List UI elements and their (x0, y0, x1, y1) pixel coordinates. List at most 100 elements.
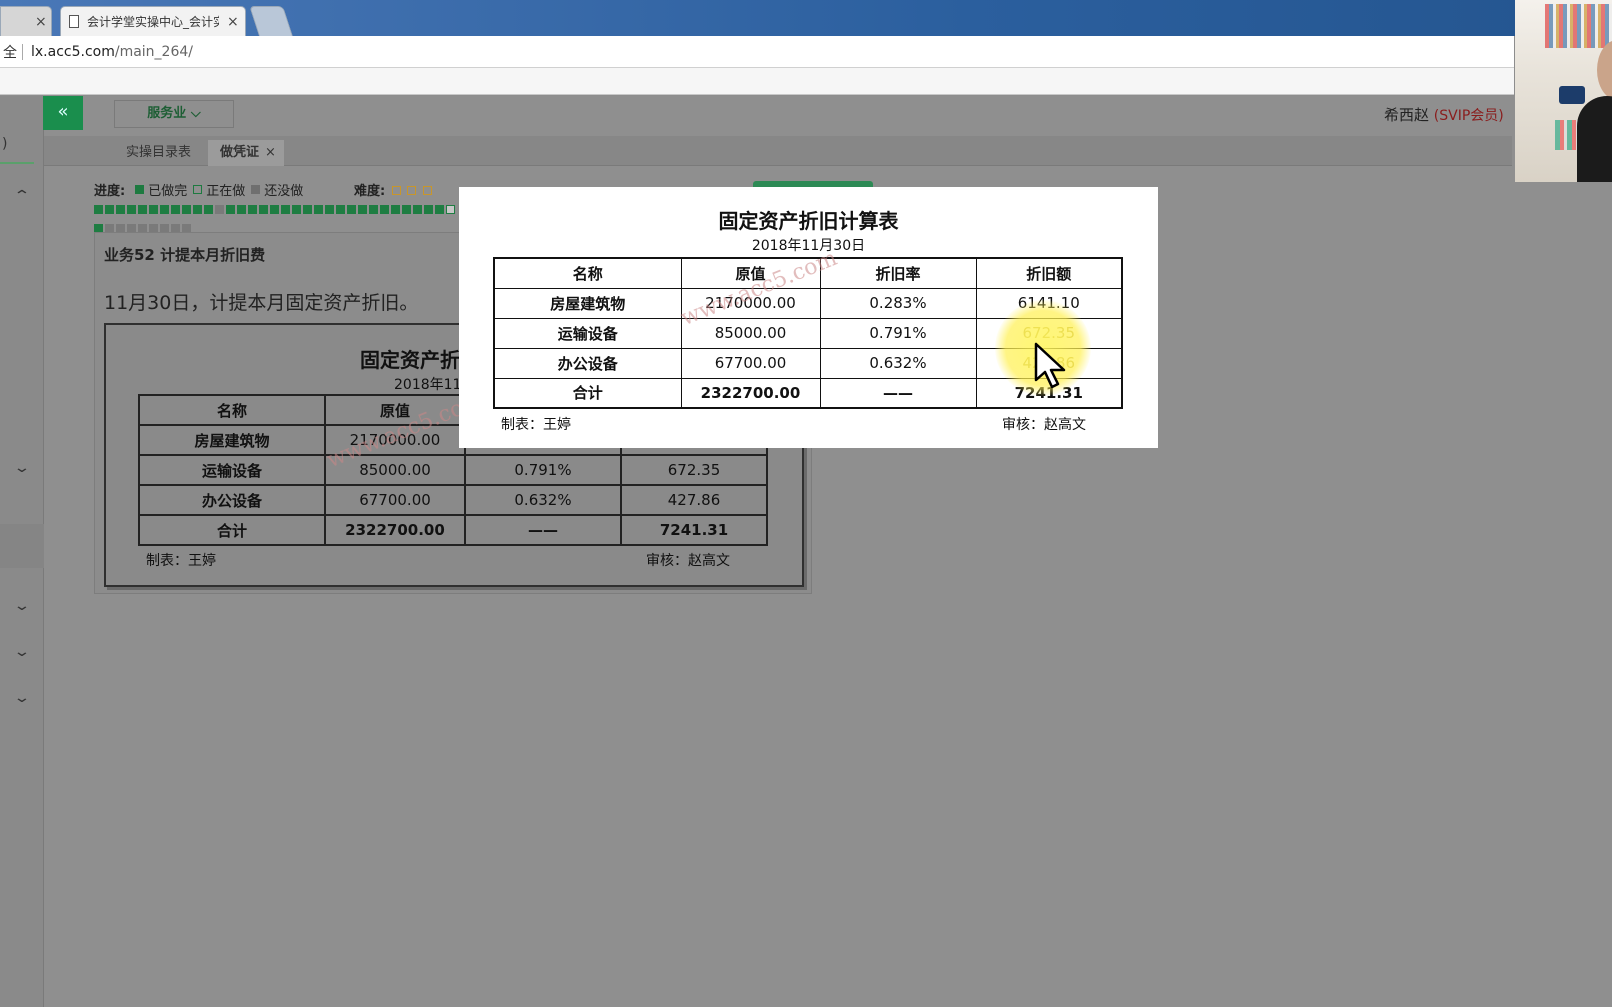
cell-name: 办公设备 (493, 347, 682, 379)
tab-catalog[interactable]: 实操目录表 (126, 140, 191, 166)
rail-active-line (0, 162, 34, 164)
industry-label: 服务业 (147, 106, 187, 121)
cell-original: 67700.00 (324, 484, 466, 516)
new-tab-button[interactable] (249, 6, 293, 36)
browser-tab-active[interactable]: 会计学堂实操中心_会计实操 × (60, 6, 246, 36)
progress-label: 进度: (94, 184, 126, 199)
task-progress-square[interactable] (193, 205, 202, 214)
table-row-total: 合计 2322700.00 —— 7241.31 (138, 514, 768, 546)
browser-tab-previous[interactable]: × (0, 6, 52, 36)
popup-date: 2018年11月30日 (751, 238, 866, 254)
close-tab-icon[interactable]: × (227, 14, 239, 30)
chevron-down-icon[interactable]: ⌄ (13, 460, 31, 476)
vip-badge: (SVIP会员) (1433, 108, 1504, 124)
doing-swatch (193, 185, 203, 194)
chevron-up-icon[interactable]: ⌃ (13, 188, 31, 204)
task-progress-square[interactable] (391, 205, 400, 214)
task-progress-square[interactable] (435, 205, 444, 214)
done-swatch (135, 185, 145, 194)
business-title: 业务52 计提本月折旧费 (104, 246, 266, 264)
bookshelf (1545, 4, 1612, 48)
cell-rate: 0.791% (464, 454, 622, 486)
task-progress-square[interactable] (248, 205, 257, 214)
task-progress-square[interactable] (402, 205, 411, 214)
task-progress-square[interactable] (215, 205, 224, 214)
mouse-pointer-icon (1034, 342, 1066, 389)
rail-paren: ) (2, 136, 8, 152)
cell-rate: 0.791% (819, 317, 977, 349)
cell-amount: 427.86 (620, 484, 768, 516)
cell-original: 2322700.00 (324, 514, 466, 546)
task-progress-square[interactable] (303, 205, 312, 214)
chevron-down-icon[interactable]: ⌄ (13, 690, 31, 706)
todo-swatch (251, 185, 261, 194)
cell-name: 房屋建筑物 (493, 287, 682, 319)
user-info[interactable]: 希西赵 (SVIP会员) (1384, 104, 1504, 125)
task-progress-square[interactable] (336, 205, 345, 214)
difficulty-rating: 难度: (354, 180, 432, 199)
presenter-face (1597, 40, 1612, 100)
cell-rate: 0.283% (819, 287, 977, 319)
url-text[interactable]: lx.acc5.com/main_264/ (31, 44, 193, 60)
task-progress-square[interactable] (149, 205, 158, 214)
cell-rate: —— (819, 377, 977, 409)
task-progress-square[interactable] (171, 205, 180, 214)
task-progress-square[interactable] (204, 205, 213, 214)
source-document-date: 2018年11 (394, 377, 462, 393)
task-progress-square[interactable] (358, 205, 367, 214)
address-bar[interactable]: 全 lx.acc5.com/main_264/ (0, 36, 1514, 68)
task-progress-square[interactable] (116, 205, 125, 214)
speaker-object (1559, 86, 1585, 104)
cell-amount: 7241.31 (620, 514, 768, 546)
task-progress-square[interactable] (413, 205, 422, 214)
cell-name: 房屋建筑物 (138, 424, 326, 456)
rail-selected-item[interactable] (0, 524, 44, 568)
task-progress-square[interactable] (94, 205, 103, 214)
task-progress-square[interactable] (424, 205, 433, 214)
task-progress-square[interactable] (160, 205, 169, 214)
task-progress-square[interactable] (325, 205, 334, 214)
chevron-down-icon[interactable]: ⌄ (13, 598, 31, 614)
close-icon[interactable]: × (265, 145, 276, 160)
page-icon (69, 15, 79, 28)
task-progress-square[interactable] (314, 205, 323, 214)
header-cell: 名称 (138, 394, 326, 426)
task-progress-square[interactable] (292, 205, 301, 214)
cell-name: 合计 (493, 377, 682, 409)
task-progress-square[interactable] (237, 205, 246, 214)
task-progress-square[interactable] (105, 205, 114, 214)
task-progress-square[interactable] (270, 205, 279, 214)
chevron-down-icon[interactable]: ⌄ (13, 644, 31, 660)
security-label: 全 (3, 44, 17, 61)
task-progress-square[interactable] (182, 205, 191, 214)
task-progress-square[interactable] (138, 205, 147, 214)
collapse-sidebar-button[interactable]: « (43, 96, 83, 130)
cell-rate: 0.632% (464, 484, 622, 516)
cell-name: 运输设备 (493, 317, 682, 349)
cell-original: 67700.00 (680, 347, 821, 379)
task-progress-square[interactable] (127, 205, 136, 214)
close-tab-icon[interactable]: × (35, 14, 47, 30)
browser-tab-bar: × 会计学堂实操中心_会计实操 × (0, 0, 1612, 36)
industry-dropdown[interactable]: 服务业 ⌵ (114, 100, 234, 128)
task-progress-square[interactable] (226, 205, 235, 214)
business-description: 11月30日，计提本月固定资产折旧。 (104, 292, 419, 314)
task-progress-square[interactable] (259, 205, 268, 214)
header-cell: 折旧额 (975, 257, 1123, 289)
task-progress-square[interactable] (446, 205, 455, 214)
tab-voucher[interactable]: 做凭证 × (208, 140, 284, 166)
task-progress-square[interactable] (380, 205, 389, 214)
task-progress-square[interactable] (369, 205, 378, 214)
cell-name: 合计 (138, 514, 326, 546)
popup-title: 固定资产折旧计算表 (718, 209, 899, 233)
address-divider (22, 43, 23, 60)
doing-label: 正在做 (206, 184, 246, 199)
star-icon (422, 186, 432, 195)
header-cell: 折旧率 (819, 257, 977, 289)
header-cell: 名称 (493, 257, 682, 289)
reviewed-by: 审核：赵高文 (646, 553, 730, 569)
difficulty-label: 难度: (354, 184, 386, 199)
star-icon (407, 186, 417, 195)
task-progress-square[interactable] (281, 205, 290, 214)
task-progress-square[interactable] (347, 205, 356, 214)
